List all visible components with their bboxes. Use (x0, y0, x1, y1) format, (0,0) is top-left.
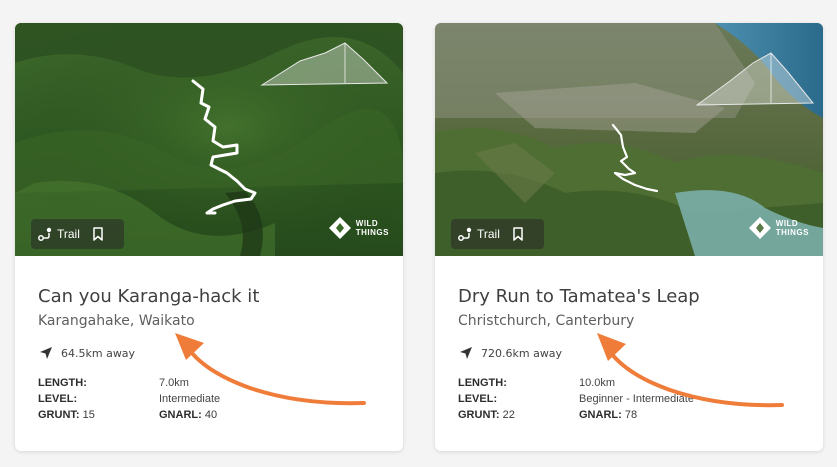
trail-specs: LENGTH: 10.0km LEVEL: Beginner - Interme… (458, 377, 800, 421)
gnarl-value: 40 (204, 409, 218, 421)
trail-route-icon (457, 226, 473, 242)
wild-things-logo-text: WILD THINGS (355, 219, 389, 237)
gnarl-value: 78 (624, 409, 638, 421)
level-value: Beginner - Intermediate (579, 393, 694, 405)
length-value: 7.0km (159, 377, 189, 389)
trail-title[interactable]: Can you Karanga-hack it (38, 286, 380, 308)
length-label: LENGTH: (458, 377, 507, 389)
level-label: LEVEL: (38, 393, 78, 405)
grunt-label: GRUNT: (458, 409, 500, 421)
trail-badge-label: Trail (57, 227, 80, 241)
level-value: Intermediate (159, 393, 221, 405)
wild-things-logo-icon (328, 216, 352, 240)
trail-specs: LENGTH: 7.0km LEVEL: Intermediate GRUNT:… (38, 377, 380, 421)
gnarl-stat: GNARL: 40 (159, 409, 380, 421)
grunt-stat: GRUNT: 15 (38, 409, 159, 421)
trail-distance: 720.6km away (458, 345, 800, 361)
wild-things-logo: WILD THINGS (748, 216, 809, 240)
navigation-arrow-icon (38, 345, 54, 361)
grunt-value: 22 (502, 409, 515, 421)
wild-things-logo: WILD THINGS (328, 216, 389, 240)
trail-type-badge[interactable]: Trail (31, 219, 124, 249)
trail-distance: 64.5km away (38, 345, 380, 361)
trail-location: Karangahake, Waikato (38, 313, 195, 329)
trail-card-christchurch[interactable]: Trail WILD THINGS Dry Run to Tamatea's Le… (435, 23, 823, 451)
gnarl-label: GNARL: (159, 409, 202, 421)
trail-route-icon (37, 226, 53, 242)
trail-badge-label: Trail (477, 227, 500, 241)
level-label: LEVEL: (458, 393, 498, 405)
trail-title[interactable]: Dry Run to Tamatea's Leap (458, 286, 800, 308)
length-value: 10.0km (579, 377, 616, 389)
distance-text: 720.6km away (481, 346, 563, 360)
gnarl-label: GNARL: (579, 409, 622, 421)
grunt-label: GRUNT: (38, 409, 80, 421)
trail-type-badge[interactable]: Trail (451, 219, 544, 249)
distance-text: 64.5km away (61, 346, 136, 360)
trail-card-karangahake[interactable]: Trail WILD THINGS Can you Karanga-hack it… (15, 23, 403, 451)
trail-location: Christchurch, Canterbury (458, 313, 635, 329)
trail-map-image[interactable]: Trail WILD THINGS (435, 23, 823, 256)
bookmark-icon[interactable] (92, 227, 104, 241)
navigation-arrow-icon (458, 345, 474, 361)
bookmark-icon[interactable] (512, 227, 524, 241)
grunt-value: 15 (82, 409, 95, 421)
wild-things-logo-text: WILD THINGS (775, 219, 809, 237)
wild-things-logo-icon (748, 216, 772, 240)
grunt-stat: GRUNT: 22 (458, 409, 579, 421)
gnarl-stat: GNARL: 78 (579, 409, 800, 421)
trail-map-image[interactable]: Trail WILD THINGS (15, 23, 403, 256)
length-label: LENGTH: (38, 377, 87, 389)
